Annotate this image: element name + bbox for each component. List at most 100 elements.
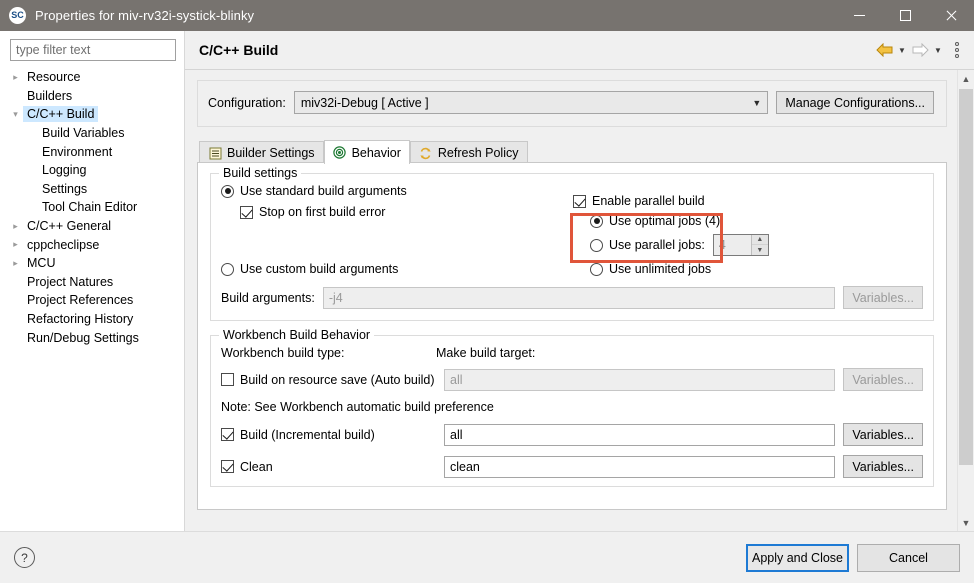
parallel-jobs-value: 4	[718, 238, 726, 252]
tree-item-label: Builders	[27, 88, 73, 103]
radio-icon	[221, 184, 234, 198]
scroll-down-icon[interactable]: ▼	[958, 514, 974, 531]
tree-item-label: Project Natures	[27, 274, 114, 289]
tree-item-refactoring-history[interactable]: ▸ Refactoring History	[0, 310, 184, 329]
build-arguments-variables-button[interactable]: Variables...	[843, 286, 923, 309]
close-icon	[945, 10, 957, 22]
help-question-icon[interactable]: ?	[14, 547, 35, 568]
tree-item-label: Project References	[27, 293, 134, 308]
window-title: Properties for miv-rv32i-systick-blinky	[35, 8, 255, 23]
use-custom-build-arguments-radio[interactable]: Use custom build arguments	[221, 262, 398, 276]
clean-target-value: clean	[450, 459, 480, 474]
forward-arrow-icon	[910, 41, 930, 59]
radio-label: Use custom build arguments	[240, 262, 399, 276]
tab-refresh-policy[interactable]: Refresh Policy	[409, 141, 528, 164]
use-unlimited-jobs-radio[interactable]: Use unlimited jobs	[590, 262, 711, 276]
use-standard-build-arguments-radio[interactable]: Use standard build arguments	[221, 184, 407, 198]
use-optimal-jobs-radio[interactable]: Use optimal jobs (4)	[590, 214, 720, 228]
tree-spacer-icon: ▸	[8, 90, 23, 101]
tree-item-project-references[interactable]: ▸ Project References	[0, 291, 184, 310]
stop-on-first-build-error-checkbox[interactable]: Stop on first build error	[240, 205, 385, 219]
radio-icon	[221, 262, 234, 276]
tree-item-label: C/C++ General	[27, 219, 112, 234]
tree-item-cppcheclipse[interactable]: ▸ cppcheclipse	[0, 235, 184, 254]
tab-label: Behavior	[351, 145, 401, 160]
tree-item-run-debug-settings[interactable]: ▸ Run/Debug Settings	[0, 328, 184, 347]
tree-item-mcu[interactable]: ▸ MCU	[0, 254, 184, 273]
spinner-down-icon[interactable]: ▼	[751, 245, 768, 255]
radio-label: Use parallel jobs:	[609, 238, 705, 252]
scrollbar-thumb[interactable]	[959, 89, 973, 465]
tree-item-cpp-build[interactable]: ▾ C/C++ Build	[0, 105, 184, 124]
list-lines-icon	[208, 146, 222, 160]
tree-item-resource[interactable]: ▸ Resource	[0, 68, 184, 87]
checkbox-icon	[573, 194, 586, 208]
auto-build-variables-button[interactable]: Variables...	[843, 368, 923, 391]
chevron-right-icon[interactable]: ▸	[8, 221, 23, 232]
chevron-right-icon[interactable]: ▸	[8, 239, 23, 250]
use-parallel-jobs-radio[interactable]: Use parallel jobs:	[590, 238, 705, 252]
clean-target-input[interactable]: clean	[444, 455, 836, 478]
tab-builder-settings[interactable]: Builder Settings	[199, 141, 324, 164]
tree-item-label: Settings	[42, 181, 88, 196]
tree-item-builders[interactable]: ▸ Builders	[0, 87, 184, 106]
vertical-dots-menu-icon[interactable]	[950, 40, 964, 60]
back-arrow-icon[interactable]	[874, 41, 894, 59]
build-arguments-label: Build arguments:	[221, 290, 315, 305]
tree-item-tool-chain-editor[interactable]: Tool Chain Editor	[0, 198, 184, 217]
workbench-note-row: Note: See Workbench automatic build pref…	[221, 400, 923, 414]
use-unlimited-jobs-row: Use unlimited jobs	[573, 262, 873, 276]
content-scrollbar[interactable]: ▲ ▼	[957, 70, 974, 531]
scroll-up-icon[interactable]: ▲	[958, 70, 974, 87]
tree-item-build-variables[interactable]: Build Variables	[0, 124, 184, 143]
build-arguments-input[interactable]: -j4	[322, 286, 836, 309]
back-dropdown-caret-icon[interactable]: ▼	[896, 41, 908, 59]
filter-input[interactable]	[10, 39, 176, 61]
make-build-target-label: Make build target:	[436, 346, 536, 360]
clean-checkbox[interactable]: Clean	[221, 460, 436, 474]
page-header: C/C++ Build ▼ ▼	[185, 31, 974, 70]
cancel-button[interactable]: Cancel	[857, 543, 960, 572]
apply-and-close-button[interactable]: Apply and Close	[746, 543, 849, 572]
incremental-build-variables-button[interactable]: Variables...	[843, 423, 923, 446]
tree-item-environment[interactable]: Environment	[0, 142, 184, 161]
parallel-jobs-spinner[interactable]: 4 ▲ ▼	[712, 234, 769, 256]
build-on-resource-save-checkbox[interactable]: Build on resource save (Auto build)	[221, 373, 436, 387]
behavior-tab-panel: Build settings Use standard build argume…	[197, 162, 947, 510]
forward-dropdown-caret-icon[interactable]: ▼	[932, 41, 944, 59]
auto-build-target-input[interactable]: all	[444, 368, 836, 391]
maximize-button[interactable]	[882, 0, 928, 31]
spinner-up-icon[interactable]: ▲	[751, 235, 768, 245]
minimize-button[interactable]	[836, 0, 882, 31]
scrollbar-track[interactable]	[958, 87, 974, 514]
filter-container	[0, 31, 184, 65]
close-button[interactable]	[928, 0, 974, 31]
chevron-right-icon[interactable]: ▸	[8, 258, 23, 269]
chevron-right-icon[interactable]: ▸	[8, 72, 23, 83]
tree-item-label: Resource	[27, 70, 81, 85]
tree-item-logging[interactable]: Logging	[0, 161, 184, 180]
tab-behavior[interactable]: Behavior	[323, 140, 410, 164]
title-bar: SC Properties for miv-rv32i-systick-blin…	[0, 0, 974, 31]
manage-configurations-button[interactable]: Manage Configurations...	[776, 91, 934, 114]
radio-icon	[590, 238, 603, 252]
tree-item-cpp-general[interactable]: ▸ C/C++ General	[0, 217, 184, 236]
checkbox-label: Stop on first build error	[259, 205, 386, 219]
tree-item-project-natures[interactable]: ▸ Project Natures	[0, 273, 184, 292]
use-parallel-jobs-row: Use parallel jobs: 4 ▲ ▼	[573, 234, 873, 256]
window-controls	[836, 0, 974, 31]
build-incremental-checkbox[interactable]: Build (Incremental build)	[221, 428, 436, 442]
radio-icon	[590, 262, 603, 276]
clean-variables-button[interactable]: Variables...	[843, 455, 923, 478]
tree-item-settings[interactable]: Settings	[0, 180, 184, 199]
incremental-build-target-input[interactable]: all	[444, 423, 836, 446]
incremental-build-row: Build (Incremental build) all Variables.…	[221, 423, 923, 446]
configuration-dropdown[interactable]: miv32i-Debug [ Active ] ▼	[293, 91, 769, 114]
enable-parallel-build-checkbox[interactable]: Enable parallel build	[573, 194, 705, 208]
configuration-group: Configuration: miv32i-Debug [ Active ] ▼…	[197, 80, 947, 127]
chevron-down-icon[interactable]: ▾	[8, 109, 23, 120]
scroll-content: Configuration: miv32i-Debug [ Active ] ▼…	[185, 70, 957, 531]
tree-item-label: C/C++ Build	[23, 106, 99, 123]
maximize-icon	[899, 10, 911, 21]
tree-spacer-icon: ▸	[8, 295, 23, 306]
